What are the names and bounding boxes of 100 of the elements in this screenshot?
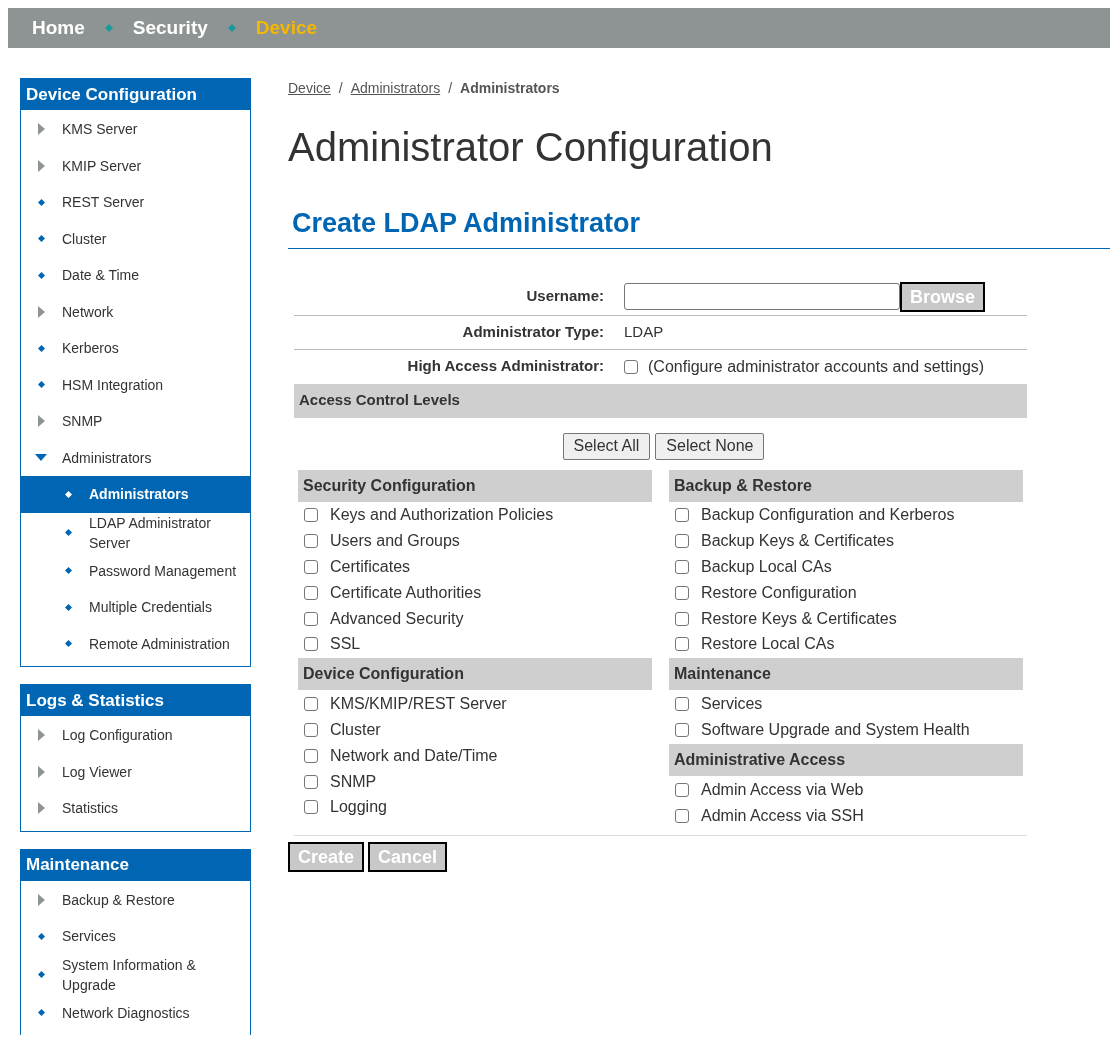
panel-header: Device Configuration <box>21 79 250 110</box>
checkbox[interactable] <box>675 697 689 712</box>
checkbox[interactable] <box>304 560 318 574</box>
sidebar-item[interactable]: SNMP <box>21 403 250 440</box>
collapsed-arrow-icon <box>37 893 45 906</box>
sidebar-item[interactable]: System Information & Upgrade <box>21 954 250 995</box>
checkbox[interactable] <box>304 585 318 600</box>
breadcrumb-separator: / <box>338 79 343 98</box>
group-header: Backup & Restore <box>669 469 1023 502</box>
checkbox[interactable] <box>675 722 689 737</box>
option-label: Restore Local CAs <box>701 634 835 655</box>
checkbox[interactable] <box>304 508 318 523</box>
option-label: SSL <box>330 634 361 655</box>
sidebar-item[interactable]: Multiple Credentials <box>21 589 250 626</box>
sidebar-item[interactable]: Log Viewer <box>21 753 250 790</box>
sidebar-item[interactable]: REST Server <box>21 184 250 221</box>
bullet-icon <box>37 1009 45 1017</box>
sidebar-item[interactable]: LDAP Administrator Server <box>21 512 250 553</box>
checkbox[interactable] <box>675 808 689 823</box>
page-title: Administrator Configuration <box>288 127 774 167</box>
bullet-icon <box>37 381 45 389</box>
select-button[interactable]: Select None <box>655 432 765 460</box>
option-label: Network and Date/Time <box>330 745 498 766</box>
bullet-icon <box>37 271 45 279</box>
section-title: Create LDAP Administrator <box>292 208 641 238</box>
sidebar-item[interactable]: Statistics <box>21 790 250 827</box>
bullet-icon <box>37 344 45 352</box>
field-value: LDAP <box>624 321 664 342</box>
bullet-icon <box>64 603 72 611</box>
checkbox[interactable] <box>675 508 689 523</box>
sidebar-item[interactable]: Date & Time <box>21 257 250 294</box>
section-header: Access Control Levels <box>294 383 1027 418</box>
sidebar-item[interactable]: Kerberos <box>21 330 250 367</box>
collapsed-arrow-icon <box>37 123 45 136</box>
sidebar-item[interactable]: Remote Administration <box>21 625 250 662</box>
option-label: Advanced Security <box>330 608 464 629</box>
field-note: (Configure administrator accounts and settings) <box>648 356 985 377</box>
bullet-icon <box>64 490 72 498</box>
breadcrumb-current: Administrators <box>460 79 560 98</box>
sidebar-item[interactable]: Services <box>21 918 250 955</box>
option-label: Certificate Authorities <box>330 582 482 603</box>
checkbox[interactable] <box>675 534 689 549</box>
group-header: Security Configuration <box>298 469 652 502</box>
panel-header: Logs & Statistics <box>21 685 250 716</box>
checkbox[interactable] <box>304 722 318 737</box>
collapsed-arrow-icon <box>37 415 45 428</box>
sidebar-item[interactable]: Administrators <box>21 439 250 476</box>
sidebar-item[interactable]: Password Management <box>21 552 250 589</box>
sidebar-item[interactable]: KMS Server <box>21 111 250 148</box>
checkbox[interactable] <box>304 611 318 626</box>
group-header: Device Configuration <box>298 658 652 691</box>
option-label: Backup Local CAs <box>701 557 832 577</box>
separator-icon <box>227 24 236 32</box>
collapsed-arrow-icon <box>37 159 45 172</box>
sidebar-item[interactable]: Backup & Restore <box>21 881 250 918</box>
option-label: Admin Access via SSH <box>701 805 864 826</box>
bullet-icon <box>64 567 72 575</box>
checkbox[interactable] <box>304 697 318 712</box>
checkbox[interactable] <box>304 534 318 549</box>
option-label: Restore Configuration <box>701 582 857 603</box>
panel-header: Maintenance <box>21 849 250 881</box>
option-label: Certificates <box>330 557 411 577</box>
option-label: Cluster <box>330 719 381 740</box>
sidebar-item[interactable]: Log Configuration <box>21 717 250 754</box>
sidebar-item[interactable]: Cluster <box>21 220 250 257</box>
field-label: High Access Administrator: <box>406 356 604 377</box>
checkbox[interactable] <box>304 748 318 763</box>
sidebar-item[interactable]: Network Diagnostics <box>21 994 250 1031</box>
sidebar-item[interactable]: Network <box>21 293 250 330</box>
checkbox[interactable] <box>304 774 318 789</box>
option-label: Services <box>701 694 763 715</box>
breadcrumb-link[interactable]: Administrators <box>350 78 441 99</box>
collapsed-arrow-icon <box>37 305 45 318</box>
checkbox[interactable] <box>675 611 689 626</box>
checkbox[interactable] <box>675 782 689 797</box>
separator-icon <box>104 24 113 32</box>
bullet-icon <box>37 932 45 940</box>
sidebar-item[interactable]: KMIP Server <box>21 147 250 184</box>
checkbox[interactable] <box>304 637 318 652</box>
breadcrumb-link[interactable]: Device <box>288 78 331 99</box>
option-label: Keys and Authorization Policies <box>330 505 554 526</box>
group-header: Maintenance <box>669 658 1023 691</box>
username-field[interactable] <box>624 283 900 310</box>
field-label: Administrator Type: <box>461 321 604 342</box>
option-label: Backup Configuration and Kerberos <box>701 505 955 526</box>
checkbox[interactable] <box>624 359 638 374</box>
checkbox[interactable] <box>304 800 318 815</box>
checkbox[interactable] <box>675 637 689 652</box>
sidebar-item[interactable]: Administrators <box>21 476 250 513</box>
select-button[interactable]: Select All <box>562 432 651 460</box>
sidebar-item[interactable]: HSM Integration <box>21 366 250 403</box>
checkbox[interactable] <box>675 585 689 600</box>
option-label: SNMP <box>330 771 377 792</box>
bullet-icon <box>64 529 72 536</box>
option-label: Logging <box>330 797 387 818</box>
collapsed-arrow-icon <box>37 729 45 742</box>
option-label: Users and Groups <box>330 531 460 552</box>
checkbox[interactable] <box>675 560 689 574</box>
collapsed-arrow-icon <box>37 765 45 778</box>
option-label: Software Upgrade and System Health <box>701 719 970 740</box>
